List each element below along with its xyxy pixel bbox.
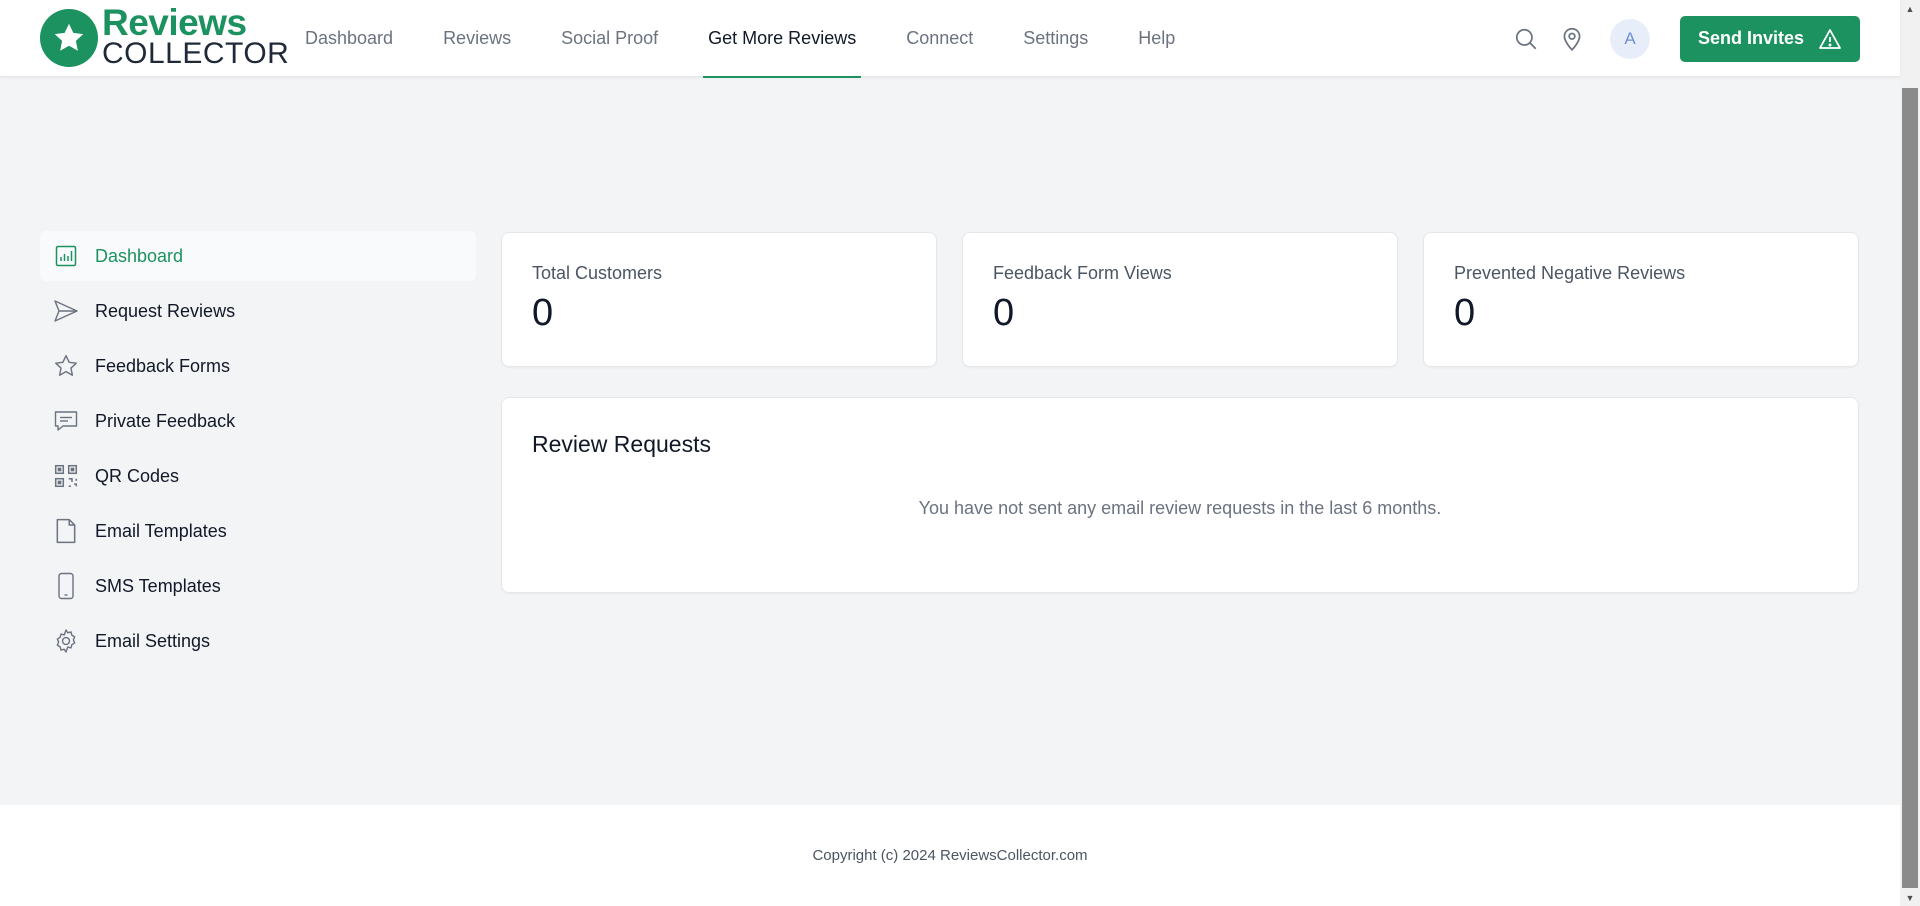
- main-nav: Dashboard Reviews Social Proof Get More …: [300, 0, 1220, 78]
- nav-dashboard[interactable]: Dashboard: [300, 0, 398, 77]
- bar-chart-icon: [52, 242, 80, 270]
- review-requests-title: Review Requests: [532, 431, 711, 457]
- nav-get-more-reviews[interactable]: Get More Reviews: [703, 0, 862, 78]
- search-icon[interactable]: [1508, 21, 1544, 57]
- warning-triangle-icon: [1819, 28, 1841, 49]
- qr-code-icon: [52, 462, 80, 490]
- stat-value: 0: [532, 292, 554, 334]
- sidebar-item-label: Private Feedback: [95, 410, 236, 431]
- nav-settings[interactable]: Settings: [1018, 0, 1093, 77]
- sidebar-item-request-reviews[interactable]: Request Reviews: [40, 286, 476, 336]
- stat-card-prevented-negative-reviews: Prevented Negative Reviews 0: [1423, 232, 1859, 367]
- sidebar-item-label: QR Codes: [95, 465, 180, 486]
- logo-line1: Reviews: [102, 2, 247, 43]
- sidebar-item-label: Email Templates: [95, 520, 227, 541]
- sidebar-item-label: SMS Templates: [95, 575, 221, 596]
- header-actions: A Send Invites: [1508, 0, 1860, 77]
- logo[interactable]: Reviews COLLECTOR: [40, 2, 290, 70]
- logo-line2: COLLECTOR: [102, 37, 290, 70]
- send-invites-label: Send Invites: [1697, 28, 1805, 48]
- sidebar: Dashboard Request Reviews Feedback Forms…: [40, 231, 476, 671]
- sidebar-item-feedback-forms[interactable]: Feedback Forms: [40, 341, 476, 391]
- stat-value: 0: [1454, 292, 1476, 334]
- gear-icon: [52, 627, 80, 655]
- stat-card-feedback-form-views: Feedback Form Views 0: [962, 232, 1398, 367]
- star-logo-icon: [40, 9, 98, 67]
- scroll-down-arrow-icon[interactable]: ▼: [1900, 889, 1920, 906]
- phone-icon: [52, 572, 80, 600]
- nav-connect[interactable]: Connect: [901, 0, 978, 77]
- logo-text: Reviews COLLECTOR: [102, 2, 290, 70]
- map-pin-icon[interactable]: [1554, 21, 1590, 57]
- document-icon: [52, 517, 80, 545]
- footer: Copyright (c) 2024 ReviewsCollector.com: [0, 805, 1900, 906]
- stat-label: Feedback Form Views: [993, 263, 1172, 283]
- top-header: Reviews COLLECTOR Dashboard Reviews Soci…: [0, 0, 1900, 78]
- sidebar-item-label: Dashboard: [95, 245, 184, 266]
- sidebar-item-label: Email Settings: [95, 630, 211, 651]
- sidebar-item-email-templates[interactable]: Email Templates: [40, 506, 476, 556]
- sidebar-item-sms-templates[interactable]: SMS Templates: [40, 561, 476, 611]
- sidebar-item-email-settings[interactable]: Email Settings: [40, 616, 476, 666]
- avatar[interactable]: A: [1610, 18, 1650, 59]
- nav-help[interactable]: Help: [1133, 0, 1180, 77]
- stat-value: 0: [993, 292, 1015, 334]
- nav-social-proof[interactable]: Social Proof: [556, 0, 663, 77]
- sidebar-item-private-feedback[interactable]: Private Feedback: [40, 396, 476, 446]
- stat-label: Prevented Negative Reviews: [1454, 263, 1686, 283]
- review-requests-empty-message: You have not sent any email review reque…: [918, 498, 1442, 518]
- vertical-scrollbar[interactable]: ▲ ▼: [1900, 0, 1920, 906]
- star-icon: [52, 352, 80, 380]
- send-icon: [52, 297, 80, 325]
- copyright-text: Copyright (c) 2024 ReviewsCollector.com: [812, 847, 1088, 864]
- sidebar-item-label: Request Reviews: [95, 300, 236, 321]
- sidebar-item-qr-codes[interactable]: QR Codes: [40, 451, 476, 501]
- scroll-up-arrow-icon[interactable]: ▲: [1900, 0, 1920, 17]
- stat-label: Total Customers: [532, 263, 663, 283]
- nav-reviews[interactable]: Reviews: [438, 0, 516, 77]
- scroll-thumb[interactable]: [1902, 88, 1918, 888]
- send-invites-button[interactable]: Send Invites: [1680, 15, 1860, 62]
- review-requests-card: Review Requests You have not sent any em…: [501, 397, 1859, 593]
- chat-bubble-icon: [52, 407, 80, 435]
- sidebar-item-dashboard[interactable]: Dashboard: [40, 231, 476, 281]
- stat-card-total-customers: Total Customers 0: [501, 232, 937, 367]
- sidebar-item-label: Feedback Forms: [95, 355, 231, 376]
